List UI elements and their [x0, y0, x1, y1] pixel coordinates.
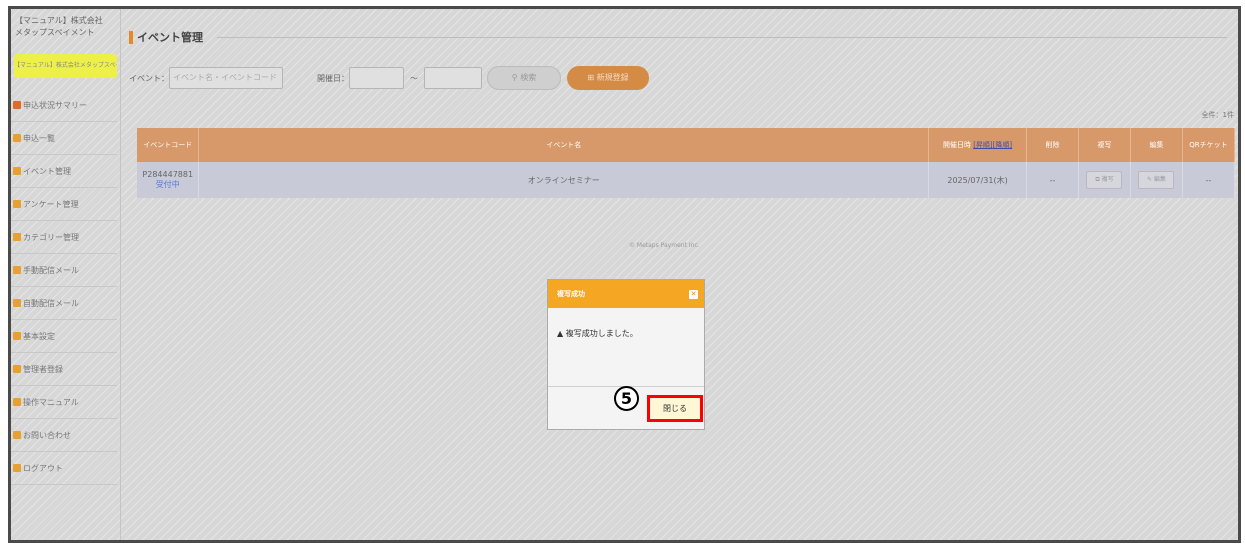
page-title-text: イベント管理 — [137, 31, 203, 44]
gear-icon — [13, 332, 21, 340]
rss-icon — [13, 266, 21, 274]
col-header-copy: 複写 — [1078, 128, 1131, 162]
list-icon — [13, 134, 21, 142]
sidebar: 【マニュアル】株式会社 メタップスペイメント 【マニュアル】株式会社メタップスペ… — [11, 9, 121, 540]
sidebar-item-auto-mail[interactable]: 自動配信メール — [11, 287, 117, 320]
survey-icon — [13, 200, 21, 208]
company-line-1: 【マニュアル】株式会社 — [15, 16, 103, 25]
contact-icon — [13, 431, 21, 439]
logout-icon — [13, 464, 21, 472]
event-code: P284447881 — [142, 170, 194, 179]
table-row: P284447881 受付中 オンラインセミナー 2025/07/31(木) -… — [137, 162, 1236, 198]
new-button-label: 新規登録 — [596, 73, 629, 82]
edit-icon: ✎ — [1146, 176, 1154, 183]
sidebar-item-contact[interactable]: お問い合わせ — [11, 419, 117, 452]
total-count: 全件：1件 — [1201, 111, 1234, 119]
sidebar-item-logout[interactable]: ログアウト — [11, 452, 117, 485]
app-frame: 【マニュアル】株式会社 メタップスペイメント 【マニュアル】株式会社メタップスペ… — [8, 6, 1241, 543]
search-button-label: 検索 — [520, 73, 537, 82]
page-title: イベント管理 — [129, 29, 203, 45]
copy-cell: ⧉ 複写 — [1078, 162, 1131, 198]
copyright: © Metaps Payment Inc. — [629, 242, 700, 249]
company-line-2: メタップスペイメント — [15, 28, 95, 37]
sidebar-item-survey[interactable]: アンケート管理 — [11, 188, 117, 221]
sidebar-item-label: アンケート管理 — [23, 199, 79, 209]
sidebar-item-applications[interactable]: 申込一覧 — [11, 122, 117, 155]
date-to-input[interactable] — [424, 67, 482, 89]
edit-button[interactable]: ✎ 編集 — [1138, 171, 1175, 189]
sidebar-item-label: ログアウト — [23, 463, 63, 473]
step-number-badge: 5 — [614, 386, 639, 411]
col-header-name: イベント名 — [198, 128, 930, 162]
plus-icon: ⊞ — [587, 73, 597, 82]
new-register-button[interactable]: ⊞ 新規登録 — [567, 66, 649, 90]
col-header-delete: 削除 — [1026, 128, 1079, 162]
title-accent — [129, 30, 133, 44]
search-button[interactable]: ⚲ 検索 — [487, 66, 561, 90]
sidebar-item-label: 申込状況サマリー — [23, 100, 87, 110]
sidebar-item-label: カテゴリー管理 — [23, 232, 79, 242]
sidebar-item-settings[interactable]: 基本設定 — [11, 320, 117, 353]
chart-icon — [13, 101, 21, 109]
search-icon: ⚲ — [511, 73, 521, 82]
sidebar-item-label: イベント管理 — [23, 166, 71, 176]
copy-button[interactable]: ⧉ 複写 — [1086, 171, 1123, 189]
sidebar-item-manual-mail[interactable]: 手動配信メール — [11, 254, 117, 287]
dialog-close-icon[interactable]: ✕ — [689, 290, 698, 299]
sidebar-item-summary[interactable]: 申込状況サマリー — [11, 89, 117, 122]
warning-icon: ▲ — [557, 329, 566, 338]
date-header-label: 開催日時 — [942, 141, 971, 149]
event-label: イベント： — [129, 73, 169, 83]
dialog-header: 複写成功 ✕ — [548, 280, 704, 308]
sort-desc-link[interactable]: [降順] — [993, 141, 1012, 149]
col-header-code: イベントコード — [137, 128, 200, 162]
date-range-tilde: ～ — [410, 73, 418, 83]
date-from-input[interactable] — [349, 67, 404, 89]
sidebar-item-events[interactable]: イベント管理 — [11, 155, 117, 188]
sidebar-item-label: 申込一覧 — [23, 133, 55, 143]
event-name-cell: オンラインセミナー — [198, 162, 930, 198]
company-name: 【マニュアル】株式会社 メタップスペイメント — [15, 15, 103, 39]
main-content: イベント管理 イベント： イベント名・イベントコード 開催日： ～ ⚲ 検索 ⊞… — [129, 9, 1236, 540]
col-header-qr: QRチケット — [1182, 128, 1236, 162]
copy-button-label: 複写 — [1101, 176, 1114, 183]
table-header-row: イベントコード イベント名 開催日時 [昇順][降順] 削除 複写 編集 QRチ… — [137, 128, 1236, 162]
user-icon — [13, 365, 21, 373]
sidebar-item-label: お問い合わせ — [23, 430, 71, 440]
sidebar-item-label: 管理者登録 — [23, 364, 63, 374]
date-label: 開催日： — [317, 73, 349, 83]
manual-button[interactable]: 【マニュアル】株式会社メタップスペイメント — [14, 54, 117, 78]
col-header-date: 開催日時 [昇順][降順] — [928, 128, 1028, 162]
dialog-message-text: 複写成功しました。 — [565, 329, 638, 338]
event-table: イベントコード イベント名 開催日時 [昇順][降順] 削除 複写 編集 QRチ… — [137, 128, 1236, 198]
event-date-cell: 2025/07/31(木) — [928, 162, 1028, 198]
qr-cell: -- — [1182, 162, 1236, 198]
status-link[interactable]: 受付中 — [137, 179, 198, 190]
sidebar-item-help[interactable]: 操作マニュアル — [11, 386, 117, 419]
sidebar-item-label: 操作マニュアル — [23, 397, 79, 407]
event-code-cell: P284447881 受付中 — [137, 162, 200, 198]
event-search-input[interactable]: イベント名・イベントコード — [169, 67, 283, 89]
calendar-icon — [13, 167, 21, 175]
sidebar-item-category[interactable]: カテゴリー管理 — [11, 221, 117, 254]
sidebar-item-label: 自動配信メール — [23, 298, 79, 308]
edit-button-label: 編集 — [1153, 176, 1166, 183]
sort-asc-link[interactable]: [昇順] — [973, 141, 992, 149]
search-filter: イベント： イベント名・イベントコード 開催日： ～ ⚲ 検索 ⊞ 新規登録 — [129, 66, 649, 90]
sidebar-nav: 申込状況サマリー 申込一覧 イベント管理 アンケート管理 カテゴリー管理 手動配… — [11, 89, 117, 485]
dialog-message: ▲ 複写成功しました。 — [557, 328, 638, 339]
sidebar-item-admin[interactable]: 管理者登録 — [11, 353, 117, 386]
col-header-edit: 編集 — [1130, 128, 1183, 162]
close-button[interactable]: 閉じる — [647, 395, 703, 422]
edit-cell: ✎ 編集 — [1130, 162, 1183, 198]
title-divider — [217, 37, 1227, 38]
dialog-title: 複写成功 — [557, 290, 585, 298]
category-icon — [13, 233, 21, 241]
sidebar-item-label: 基本設定 — [23, 331, 55, 341]
mail-icon — [13, 299, 21, 307]
sidebar-item-label: 手動配信メール — [23, 265, 79, 275]
delete-cell: -- — [1026, 162, 1079, 198]
help-icon — [13, 398, 21, 406]
